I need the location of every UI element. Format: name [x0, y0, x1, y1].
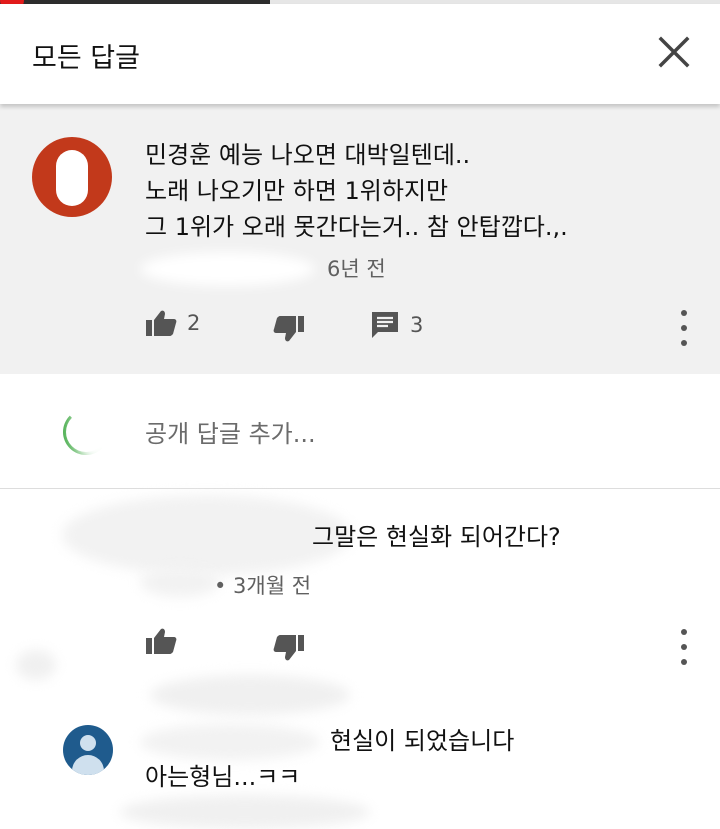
redacted-avatar-and-name — [62, 495, 352, 575]
dot-icon — [681, 644, 687, 650]
thumbs-up-icon — [146, 310, 177, 336]
like-count: 2 — [187, 311, 201, 335]
comment-icon — [372, 312, 398, 338]
parent-comment: 민경훈 예능 나오면 대박일텐데.. 노래 나오기만 하면 1위하지만 그 1위… — [0, 104, 720, 374]
redaction-mark — [120, 795, 370, 829]
more-options-button[interactable] — [679, 310, 689, 346]
like-button[interactable] — [145, 627, 177, 655]
reply-1-timestamp: • 3개월 전 — [214, 574, 312, 598]
redacted-author-name — [140, 567, 220, 597]
dot-icon — [681, 325, 687, 331]
thumbs-down-icon — [273, 635, 304, 661]
redaction-mark — [150, 675, 350, 715]
avatar[interactable] — [63, 725, 113, 775]
page-title: 모든 답글 — [32, 43, 140, 74]
comment-text: 민경훈 예능 나오면 대박일텐데.. 노래 나오기만 하면 1위하지만 그 1위… — [145, 141, 568, 241]
like-button[interactable]: 2 — [145, 309, 200, 337]
reply-count: 3 — [410, 313, 424, 337]
reply-input[interactable]: 공개 답글 추가... — [145, 414, 316, 449]
replies-header: 모든 답글 — [0, 4, 720, 104]
avatar-head — [80, 735, 96, 751]
add-reply-row: 공개 답글 추가... — [0, 374, 720, 489]
redacted-author-name — [140, 724, 320, 760]
redacted-avatar — [72, 396, 122, 464]
reply-2-text-line2: 아는형님...ㅋㅋ — [145, 763, 301, 791]
dot-icon — [681, 310, 687, 316]
dislike-button[interactable] — [273, 315, 305, 343]
more-options-button[interactable] — [679, 629, 689, 665]
redacted-author-name — [140, 252, 315, 286]
reply-count-button[interactable]: 3 — [370, 310, 423, 340]
reply-2-text-line1: 현실이 되었습니다 — [330, 727, 515, 755]
comment-timestamp: 6년 전 — [327, 257, 386, 281]
dot-icon — [681, 659, 687, 665]
close-icon — [658, 36, 690, 68]
avatar-silhouette — [56, 150, 88, 206]
avatar-body — [72, 755, 104, 775]
reply-1-text: 그말은 현실화 되어간다? — [312, 523, 561, 551]
avatar[interactable] — [32, 137, 112, 217]
dot-icon — [681, 340, 687, 346]
redaction-mark — [16, 650, 56, 680]
thumbs-up-icon — [146, 628, 177, 654]
dot-icon — [681, 629, 687, 635]
thumbs-down-icon — [273, 316, 304, 342]
dislike-button[interactable] — [273, 634, 305, 662]
close-button[interactable] — [656, 34, 692, 70]
